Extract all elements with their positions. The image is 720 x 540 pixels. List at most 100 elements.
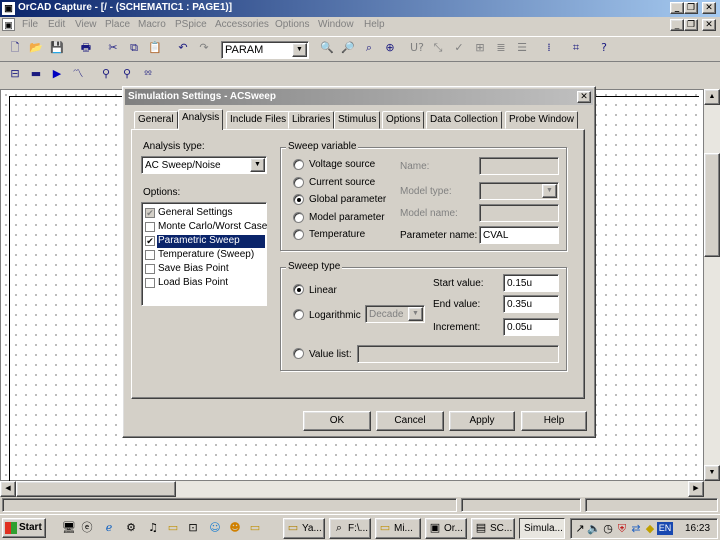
msn-quicklaunch-icon[interactable]: ☺ <box>208 521 222 535</box>
help-button[interactable]: Help <box>521 411 587 431</box>
dialog-close-button[interactable]: ✕ <box>577 91 591 103</box>
task-ya[interactable]: ▭ Ya... <box>283 518 325 539</box>
tab-options[interactable]: Options <box>382 111 425 129</box>
tab-include-files[interactable]: Include Files <box>226 111 291 129</box>
horizontal-scrollbar[interactable]: ◀ ▶ <box>0 481 704 497</box>
task-simulation-label: Simula... <box>524 523 563 534</box>
tab-probe-window[interactable]: Probe Window <box>505 111 579 129</box>
network-tray-icon[interactable]: ⇄ <box>629 522 643 536</box>
bill-of-materials-icon[interactable]: ☰ <box>511 38 533 60</box>
voltage-marker-icon[interactable]: ⚲ <box>95 64 117 86</box>
scroll-right-button[interactable]: ▶ <box>688 481 704 497</box>
save-icon[interactable]: 💾 <box>46 38 68 60</box>
annotate-icon[interactable]: U? <box>406 38 428 60</box>
edit-simulation-settings-icon[interactable]: ▬ <box>25 64 47 86</box>
area-select-icon[interactable]: ⌗ <box>565 38 587 60</box>
orcad-task-icon: ▣ <box>429 521 441 534</box>
menu-help[interactable]: Help <box>364 18 385 32</box>
tab-analysis[interactable]: Analysis <box>178 109 224 130</box>
new-simulation-profile-icon[interactable]: ⊟ <box>4 64 26 86</box>
view-results-icon[interactable]: 〽 <box>67 64 89 86</box>
media-quicklaunch-icon[interactable]: ♫ <box>146 521 160 535</box>
ok-button[interactable]: OK <box>303 411 371 431</box>
ie-quicklaunch-icon[interactable]: ⓔ <box>80 521 94 535</box>
speaker-tray-icon[interactable]: 🔈 <box>587 522 601 536</box>
app-title-bar[interactable]: ▣ OrCAD Capture - [/ - (SCHEMATIC1 : PAG… <box>0 0 720 17</box>
menu-options[interactable]: Options <box>275 18 309 32</box>
undo-icon[interactable]: ↶ <box>172 38 194 60</box>
open-icon[interactable]: 📂 <box>25 38 47 60</box>
tool-quicklaunch-icon[interactable]: ⊡ <box>186 521 200 535</box>
task-explorer[interactable]: ⌕ F:\... <box>329 518 371 539</box>
shield-tray-icon[interactable]: ⛨ <box>615 522 629 536</box>
snap-grid-icon[interactable]: ⁞ <box>538 38 560 60</box>
vertical-scrollbar[interactable]: ▲ ▼ <box>704 89 720 481</box>
language-indicator[interactable]: EN <box>657 522 673 535</box>
zoom-in-icon[interactable]: 🔍 <box>316 38 338 60</box>
clock-tray-icon[interactable]: ◷ <box>601 522 615 536</box>
folder2-quicklaunch-icon[interactable]: ▭ <box>248 521 262 535</box>
cut-icon[interactable]: ✂ <box>102 38 124 60</box>
apply-button[interactable]: Apply <box>449 411 515 431</box>
scroll-thumb[interactable] <box>704 153 720 257</box>
drc-icon[interactable]: ✓ <box>448 38 470 60</box>
part-combo[interactable]: PARAM ▼ <box>221 41 309 59</box>
desktop-icon[interactable]: 🖥 <box>62 521 76 535</box>
folder-quicklaunch-icon[interactable]: ▭ <box>166 521 180 535</box>
tab-general[interactable]: General <box>134 111 178 129</box>
scroll-left-button[interactable]: ◀ <box>0 481 16 497</box>
child-restore-button[interactable]: ❐ <box>684 19 698 31</box>
zoom-all-icon[interactable]: ⊕ <box>379 38 401 60</box>
restore-button[interactable]: ❐ <box>684 2 698 14</box>
task-mi[interactable]: ▭ Mi... <box>375 518 421 539</box>
task-orcad[interactable]: ▣ Or... <box>425 518 467 539</box>
new-icon[interactable]: 🗋 <box>4 38 26 60</box>
task-orcad-label: Or... <box>444 523 463 534</box>
tab-data-collection[interactable]: Data Collection <box>426 111 502 129</box>
menu-file[interactable]: File <box>22 18 38 32</box>
zoom-out-icon[interactable]: 🔎 <box>337 38 359 60</box>
menu-view[interactable]: View <box>75 18 97 32</box>
menu-macro[interactable]: Macro <box>138 18 166 32</box>
child-window-icon[interactable]: ▣ <box>2 18 15 31</box>
zoom-area-icon[interactable]: ⌕ <box>358 38 380 60</box>
child-minimize-button[interactable]: _ <box>670 19 684 31</box>
smile-quicklaunch-icon[interactable]: ☻ <box>228 521 242 535</box>
task-schematic[interactable]: ▤ SC... <box>471 518 515 539</box>
scroll-hthumb[interactable] <box>16 481 176 497</box>
clock: 16:23 <box>685 523 711 534</box>
menu-place[interactable]: Place <box>105 18 130 32</box>
print-icon[interactable]: 🖶 <box>75 38 97 60</box>
minimize-button[interactable]: _ <box>670 2 684 14</box>
tab-stimulus[interactable]: Stimulus <box>334 111 381 129</box>
arrow-tray-icon[interactable]: ↗ <box>573 522 587 536</box>
task-simulation-active[interactable]: Simula... <box>519 518 565 539</box>
edge-quicklaunch-icon[interactable]: ℯ <box>102 521 116 535</box>
start-button[interactable]: Start <box>2 518 46 538</box>
tab-libraries[interactable]: Libraries <box>288 111 335 129</box>
cross-ref-icon[interactable]: ≣ <box>490 38 512 60</box>
help-icon[interactable]: ? <box>593 38 615 60</box>
menu-accessories[interactable]: Accessories <box>215 18 269 32</box>
close-button[interactable]: ✕ <box>702 2 716 14</box>
scroll-up-button[interactable]: ▲ <box>704 89 720 105</box>
back-annotate-icon[interactable]: ⤡ <box>427 38 449 60</box>
menu-window[interactable]: Window <box>318 18 354 32</box>
paste-icon[interactable]: 📋 <box>144 38 166 60</box>
antivirus-tray-icon[interactable]: ◆ <box>643 522 657 536</box>
menu-pspice[interactable]: PSpice <box>175 18 207 32</box>
scroll-down-button[interactable]: ▼ <box>704 465 720 481</box>
run-icon[interactable]: ▶ <box>46 64 68 86</box>
copy-icon[interactable]: ⧉ <box>123 38 145 60</box>
chevron-down-icon[interactable]: ▼ <box>292 43 307 57</box>
start-label: Start <box>19 522 42 533</box>
child-close-button[interactable]: ✕ <box>702 19 716 31</box>
current-marker-icon[interactable]: ⚲ <box>116 64 138 86</box>
redo-icon[interactable]: ↷ <box>193 38 215 60</box>
bias-display-icon[interactable]: ºº <box>137 64 159 86</box>
menu-edit[interactable]: Edit <box>48 18 65 32</box>
cancel-button[interactable]: Cancel <box>376 411 444 431</box>
app-quicklaunch-icon[interactable]: ⚙ <box>124 521 138 535</box>
netlist-icon[interactable]: ⊞ <box>469 38 491 60</box>
dialog-title-bar[interactable]: Simulation Settings - ACSweep ✕ <box>125 89 593 105</box>
